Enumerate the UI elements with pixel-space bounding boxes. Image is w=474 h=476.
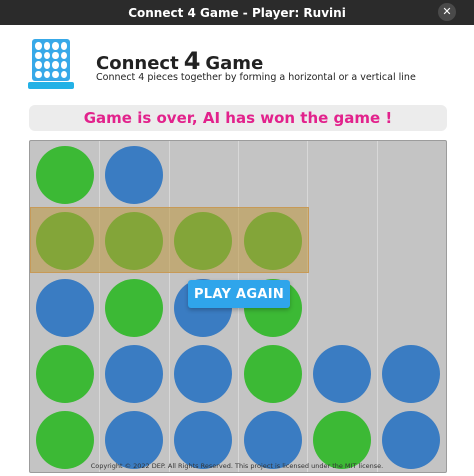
app-title: Connect 4 Game: [96, 47, 263, 75]
game-status-banner: Game is over, AI has won the game !: [29, 105, 447, 131]
board-disc-blue: [105, 411, 163, 469]
board-disc-blue: [382, 411, 440, 469]
game-board[interactable]: PLAY AGAIN: [29, 140, 447, 473]
title-word-connect: Connect: [96, 53, 179, 74]
title-number: 4: [183, 47, 201, 75]
board-column-divider: [169, 141, 170, 472]
board-disc-green: [244, 345, 302, 403]
board-column-divider: [99, 141, 100, 472]
board-disc-green: [36, 146, 94, 204]
window-title: Connect 4 Game - Player: Ruvini: [128, 5, 346, 20]
game-status-message: Game is over, AI has won the game !: [83, 109, 393, 127]
app-subtitle: Connect 4 pieces together by forming a h…: [96, 72, 416, 83]
board-disc-blue: [105, 146, 163, 204]
board-disc-green: [313, 411, 371, 469]
title-word-game: Game: [205, 53, 264, 74]
board-disc-blue: [244, 411, 302, 469]
app-window: Connect 4 Game Connect 4 pieces together…: [0, 25, 474, 476]
connect-four-logo-icon: [28, 39, 74, 91]
board-column-divider: [377, 141, 378, 472]
logo-grid: [32, 39, 70, 81]
logo-base: [28, 82, 74, 89]
board-disc-blue: [174, 411, 232, 469]
close-icon[interactable]: ✕: [438, 3, 456, 21]
board-disc-blue: [313, 345, 371, 403]
winning-line-highlight: [30, 207, 309, 273]
board-disc-blue: [382, 345, 440, 403]
board-disc-green: [36, 411, 94, 469]
board-disc-blue: [174, 345, 232, 403]
board-disc-green: [105, 279, 163, 337]
footer-copyright: Copyright © 2022 DEP. All Rights Reserve…: [90, 462, 384, 470]
play-again-button[interactable]: PLAY AGAIN: [188, 280, 290, 308]
board-disc-blue: [36, 279, 94, 337]
board-column-divider: [307, 141, 308, 472]
window-titlebar: Connect 4 Game - Player: Ruvini ✕: [0, 0, 474, 25]
board-disc-green: [36, 345, 94, 403]
board-disc-blue: [105, 345, 163, 403]
